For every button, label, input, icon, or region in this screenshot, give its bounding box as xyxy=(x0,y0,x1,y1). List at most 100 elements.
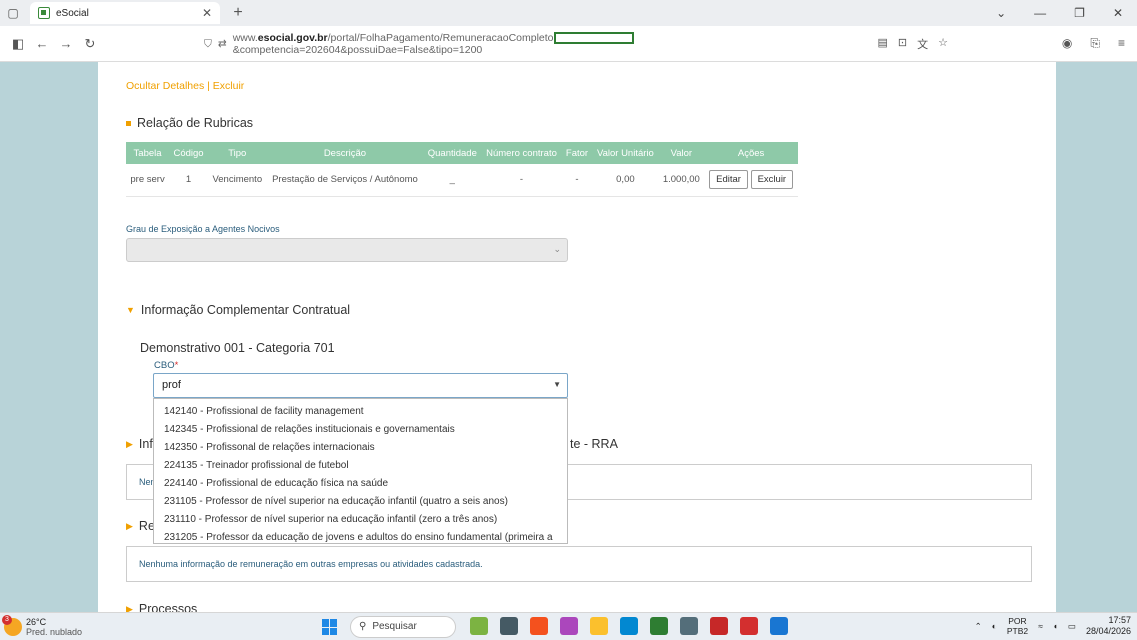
save-page-icon[interactable]: ⊡ xyxy=(898,36,907,52)
tab-menu-chevron-icon[interactable]: ⌄ xyxy=(996,6,1006,20)
sidebar-toggle-icon[interactable]: ◧ xyxy=(6,36,30,52)
weather-desc: Pred. nublado xyxy=(26,627,83,637)
cell-numero-contrato: - xyxy=(481,164,562,197)
new-tab-icon[interactable]: + xyxy=(228,4,248,22)
clock[interactable]: 17:57 28/04/2026 xyxy=(1086,615,1131,637)
weather-sun-icon: 3 xyxy=(2,615,22,636)
close-tab-icon[interactable]: ✕ xyxy=(202,6,212,20)
col-codigo: Código xyxy=(169,142,208,164)
collapsed-triangle-icon: ▶ xyxy=(126,438,133,449)
mcafee-app-icon[interactable] xyxy=(710,617,728,635)
windows-start-icon[interactable] xyxy=(322,619,338,635)
list-item[interactable]: 224140 - Profissional de educação física… xyxy=(154,475,567,493)
rubricas-table: Tabela Código Tipo Descrição Quantidade … xyxy=(126,142,798,197)
browser-tab-bar: ▢ eSocial ✕ + ⌄ — ❐ ✕ xyxy=(0,0,1137,26)
cbo-label: CBO* xyxy=(154,360,179,371)
col-numero-contrato: Número contrato xyxy=(481,142,562,164)
menu-icon[interactable]: ≡ xyxy=(1118,36,1125,51)
calculator-app-icon[interactable] xyxy=(680,617,698,635)
cell-acoes: Editar Excluir xyxy=(704,164,798,197)
edge-app-icon[interactable] xyxy=(620,617,638,635)
close-window-icon[interactable]: ✕ xyxy=(1113,6,1123,20)
col-acoes: Ações xyxy=(704,142,798,164)
forward-icon[interactable]: → xyxy=(54,36,78,51)
cbo-options-dropdown: 142140 - Profissional de facility manage… xyxy=(153,398,568,544)
grau-exposicao-label: Grau de Exposição a Agentes Nocivos xyxy=(126,224,280,234)
language-indicator[interactable]: POR PTB2 xyxy=(1007,616,1028,636)
col-valor: Valor xyxy=(658,142,705,164)
chevron-down-icon: ⌄ xyxy=(553,244,561,254)
address-bar[interactable]: ⛉ ⇄ www.esocial.gov.br/portal/FolhaPagam… xyxy=(196,31,956,57)
table-header-row: Tabela Código Tipo Descrição Quantidade … xyxy=(126,142,798,164)
weather-temp: 26°C xyxy=(26,617,47,627)
volume-icon[interactable]: ◖ xyxy=(1053,621,1058,631)
windows-taskbar: 3 26°C Pred. nublado ⚲ Pesquisar ⌃ ◐ POR P… xyxy=(0,612,1137,640)
chevron-up-icon[interactable]: ⌃ xyxy=(975,621,982,632)
tab-list-icon[interactable]: ▢ xyxy=(0,0,26,26)
extensions-icon[interactable]: ⎘ xyxy=(1090,36,1100,51)
file-explorer-icon[interactable] xyxy=(590,617,608,635)
reload-icon[interactable]: ↻ xyxy=(78,36,102,52)
list-item[interactable]: 142350 - Profissonal de relações interna… xyxy=(154,439,567,457)
taskview-app-icon[interactable] xyxy=(500,617,518,635)
grau-exposicao-select[interactable]: ⌄ xyxy=(126,238,568,262)
section-bullet-icon xyxy=(126,120,131,126)
demonstrativo-title: Demonstrativo 001 - Categoria 701 xyxy=(140,341,335,355)
list-item[interactable]: 224135 - Treinador profissional de futeb… xyxy=(154,457,567,475)
weather-widget[interactable]: 3 26°C Pred. nublado xyxy=(2,615,83,637)
site-permissions-icon[interactable]: ⇄ xyxy=(218,38,227,50)
url-text: www.esocial.gov.br/portal/FolhaPagamento… xyxy=(233,32,866,56)
acrobat-app-icon[interactable] xyxy=(740,617,758,635)
list-item[interactable]: 231110 - Professor de nível superior na … xyxy=(154,511,567,529)
list-item[interactable]: 142345 - Profissional de relações instit… xyxy=(154,421,567,439)
cell-valor: 1.000,00 xyxy=(658,164,705,197)
detail-links[interactable]: Ocultar Detalhes | Excluir xyxy=(126,80,244,92)
taskbar-apps xyxy=(470,617,788,635)
firefox-app-icon[interactable] xyxy=(530,617,548,635)
taskbar-search[interactable]: ⚲ Pesquisar xyxy=(350,616,456,638)
cell-tipo: Vencimento xyxy=(207,164,267,197)
minimize-icon[interactable]: — xyxy=(1034,6,1046,20)
list-item[interactable]: 142140 - Profissional de facility manage… xyxy=(154,403,567,421)
tray-app-icon[interactable]: ◐ xyxy=(992,621,997,631)
col-valor-unitario: Valor Unitário xyxy=(592,142,659,164)
store-app-icon[interactable] xyxy=(770,617,788,635)
cell-valor-unitario: 0,00 xyxy=(592,164,659,197)
col-descricao: Descrição xyxy=(266,142,424,164)
weather-badge: 3 xyxy=(2,615,12,625)
battery-icon[interactable]: ▭ xyxy=(1068,621,1076,632)
system-tray: ⌃ ◐ POR PTB2 ≈ ◖ ▭ 17:57 28/04/2026 xyxy=(975,615,1131,637)
browser-tab-esocial[interactable]: eSocial ✕ xyxy=(30,2,220,24)
excel-app-icon[interactable] xyxy=(650,617,668,635)
list-item[interactable]: 231205 - Professor da educação de jovens… xyxy=(154,529,567,543)
widgets-app-icon[interactable] xyxy=(470,617,488,635)
table-row: pre serv 1 Vencimento Prestação de Servi… xyxy=(126,164,798,197)
restore-icon[interactable]: ❐ xyxy=(1074,6,1085,20)
page-background: Ocultar Detalhes | Excluir Relação de Ru… xyxy=(0,62,1137,616)
colorful-app-icon[interactable] xyxy=(560,617,578,635)
collapsed-triangle-icon: ▶ xyxy=(126,520,133,531)
translate-icon[interactable]: 文 xyxy=(917,36,928,52)
main-content: Ocultar Detalhes | Excluir Relação de Ru… xyxy=(98,62,1056,616)
col-tabela: Tabela xyxy=(126,142,170,164)
list-item[interactable]: 231105 - Professor de nível superior na … xyxy=(154,493,567,511)
delete-button[interactable]: Excluir xyxy=(750,170,794,190)
col-fator: Fator xyxy=(561,142,593,164)
reader-view-icon[interactable]: ▤ xyxy=(878,36,888,52)
bookmark-star-icon[interactable]: ☆ xyxy=(938,36,948,52)
cell-tabela: pre serv xyxy=(126,164,170,197)
cell-codigo: 1 xyxy=(169,164,208,197)
shield-icon: ⛉ xyxy=(204,37,212,50)
cell-quantidade: _ xyxy=(423,164,482,197)
back-icon[interactable]: ← xyxy=(30,36,54,51)
edit-button[interactable]: Editar xyxy=(709,170,748,190)
cell-descricao: Prestação de Serviços / Autônomo xyxy=(266,164,424,197)
cbo-combobox-input[interactable]: prof ▼ xyxy=(153,373,568,398)
account-icon[interactable]: ◉ xyxy=(1062,36,1072,51)
col-tipo: Tipo xyxy=(207,142,267,164)
caret-down-icon[interactable]: ▼ xyxy=(553,380,561,389)
col-quantidade: Quantidade xyxy=(423,142,482,164)
info-contratual-section-title[interactable]: ▼ Informação Complementar Contratual xyxy=(126,303,350,317)
redacted-url-segment xyxy=(553,32,634,45)
wifi-icon[interactable]: ≈ xyxy=(1038,621,1043,631)
